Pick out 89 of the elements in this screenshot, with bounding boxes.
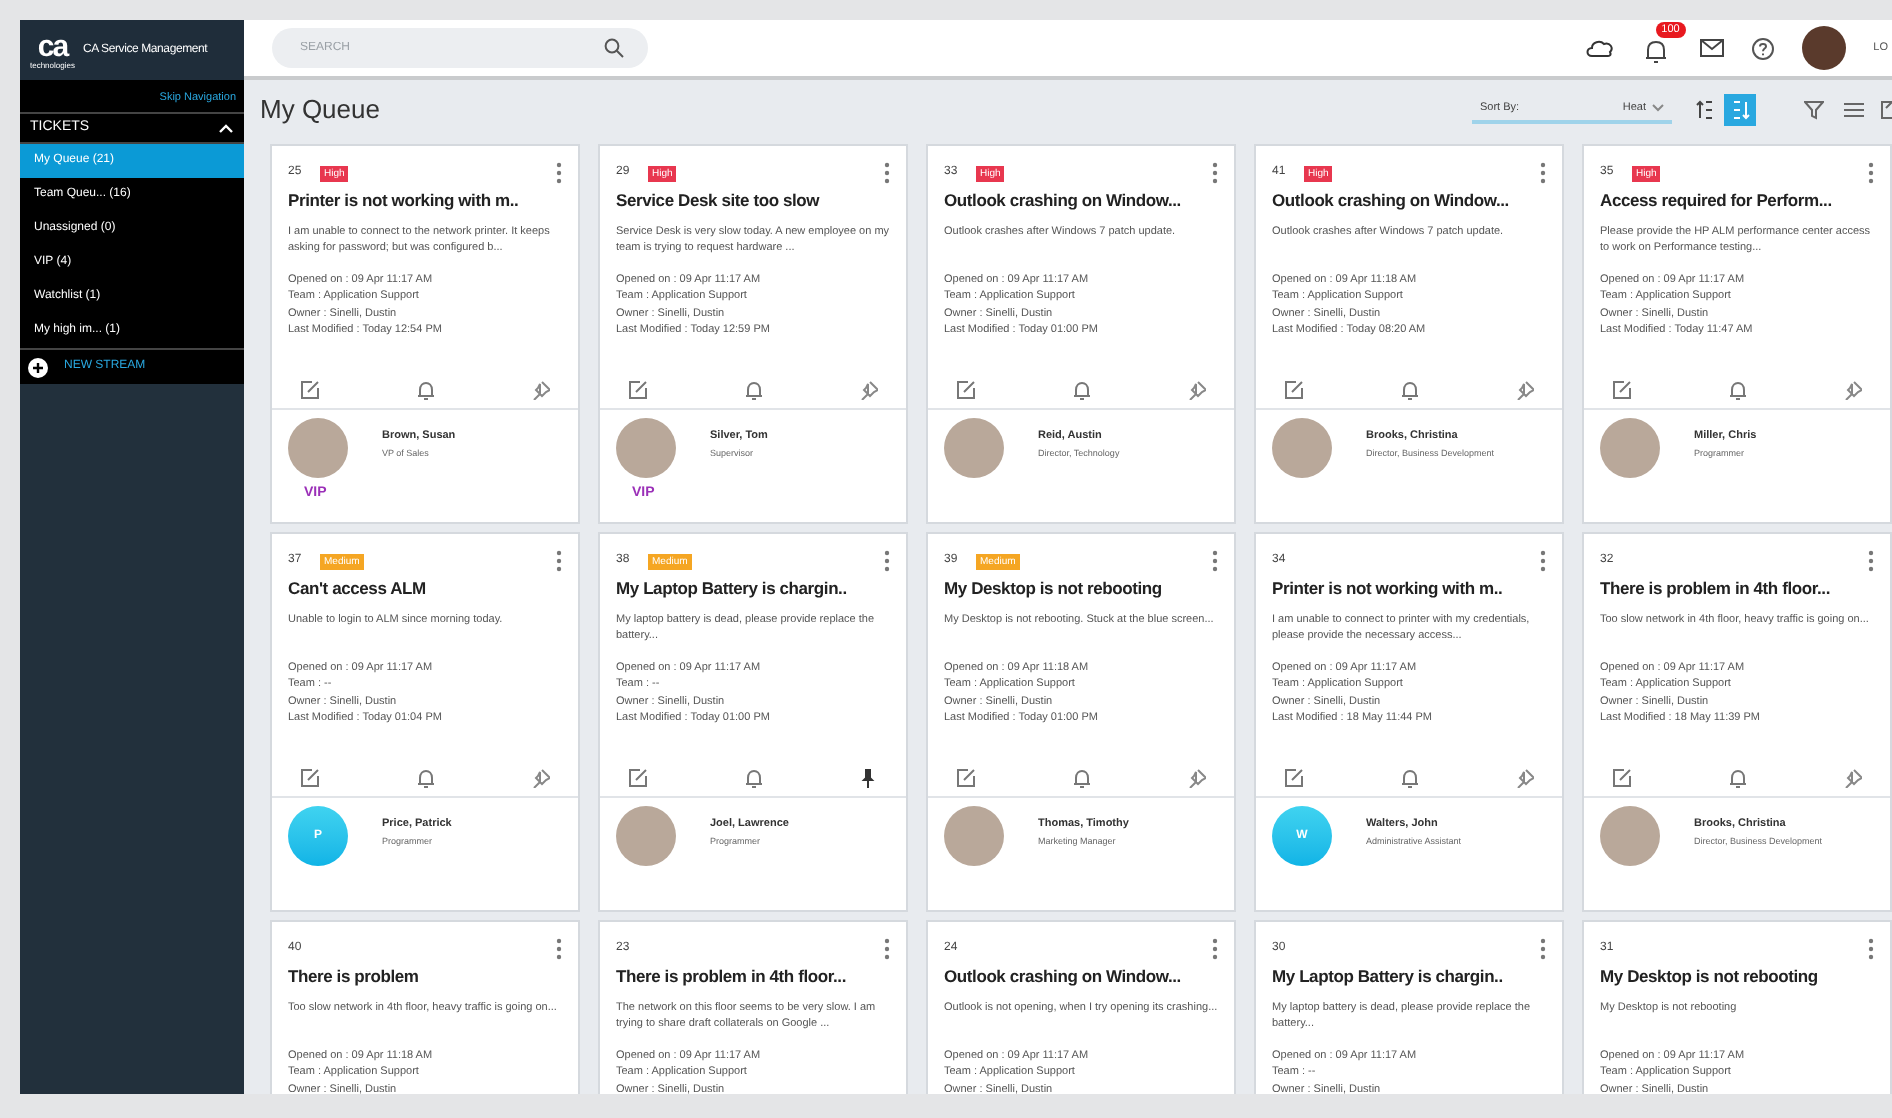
ticket-title[interactable]: Access required for Perform... [1600, 188, 1874, 214]
more-options-icon[interactable] [1212, 938, 1218, 960]
more-options-icon[interactable] [1868, 938, 1874, 960]
contact-photo [944, 806, 1004, 866]
edit-icon[interactable] [628, 380, 648, 400]
bell-icon[interactable] [1643, 38, 1668, 64]
chevron-icon [1652, 104, 1664, 112]
ticket-title[interactable]: There is problem [288, 964, 562, 990]
contact-photo [1600, 418, 1660, 478]
edit-icon[interactable] [956, 380, 976, 400]
edit-icon[interactable] [1612, 380, 1632, 400]
bell-icon[interactable] [415, 380, 435, 400]
bell-icon[interactable] [743, 380, 763, 400]
pin-icon[interactable] [858, 380, 878, 400]
ticket-card[interactable] [270, 144, 580, 524]
more-options-icon[interactable] [556, 938, 562, 960]
more-options-icon[interactable] [1212, 162, 1218, 184]
more-options-icon[interactable] [556, 550, 562, 572]
pin-icon[interactable] [530, 768, 550, 788]
export-icon[interactable] [1880, 100, 1892, 120]
bell-icon[interactable] [1727, 380, 1747, 400]
ticket-title[interactable]: There is problem in 4th floor... [616, 964, 890, 990]
pin-icon[interactable] [1842, 768, 1862, 788]
ticket-title[interactable]: My Desktop is not rebooting [1600, 964, 1874, 990]
ticket-card[interactable] [598, 144, 908, 524]
filter-icon[interactable] [1804, 100, 1824, 120]
pin-icon[interactable] [1514, 380, 1534, 400]
contact-photo [944, 418, 1004, 478]
ticket-title[interactable]: My Laptop Battery is chargin.. [1272, 964, 1546, 990]
page-title: My Queue [260, 92, 380, 129]
ticket-card[interactable] [1254, 144, 1564, 524]
pin-icon[interactable] [1842, 380, 1862, 400]
more-options-icon[interactable] [884, 550, 890, 572]
ticket-title[interactable]: Outlook crashing on Window... [944, 964, 1218, 990]
more-options-icon[interactable] [1212, 550, 1218, 572]
bell-icon[interactable] [743, 768, 763, 788]
ticket-card[interactable] [1582, 532, 1892, 912]
help-icon[interactable] [1751, 37, 1774, 59]
ticket-title[interactable]: There is problem in 4th floor... [1600, 576, 1874, 602]
bell-icon[interactable] [1399, 380, 1419, 400]
ticket-card[interactable] [598, 532, 908, 912]
edit-icon[interactable] [1612, 768, 1632, 788]
more-options-icon[interactable] [884, 938, 890, 960]
mail-icon[interactable] [1699, 38, 1724, 58]
bell-icon[interactable] [1071, 380, 1091, 400]
pin-icon[interactable] [530, 380, 550, 400]
pin-icon[interactable] [1186, 380, 1206, 400]
search-icon[interactable] [604, 38, 624, 58]
bell-icon[interactable] [1399, 768, 1419, 788]
more-options-icon[interactable] [1540, 938, 1546, 960]
ticket-card[interactable] [926, 532, 1236, 912]
ticket-title[interactable]: Printer is not working with m.. [288, 188, 562, 214]
bell-icon[interactable] [415, 768, 435, 788]
more-options-icon[interactable] [1540, 162, 1546, 184]
more-options-icon[interactable] [1868, 550, 1874, 572]
contact-photo [616, 418, 676, 478]
pin-icon[interactable] [1186, 768, 1206, 788]
edit-icon[interactable] [300, 380, 320, 400]
contact-photo [1600, 806, 1660, 866]
cloud-icon[interactable] [1583, 38, 1616, 58]
edit-icon[interactable] [1284, 768, 1304, 788]
pinned-icon[interactable] [858, 768, 878, 788]
ticket-card[interactable] [1254, 532, 1564, 912]
bell-icon[interactable] [1727, 768, 1747, 788]
ticket-title[interactable]: My Desktop is not rebooting [944, 576, 1218, 602]
contact-photo [288, 418, 348, 478]
user-avatar[interactable] [1801, 26, 1846, 70]
more-options-icon[interactable] [556, 162, 562, 184]
more-options-icon[interactable] [884, 162, 890, 184]
add-icon[interactable] [28, 357, 48, 378]
edit-icon[interactable] [300, 768, 320, 788]
contact-photo [616, 806, 676, 866]
pin-icon[interactable] [1514, 768, 1534, 788]
more-options-icon[interactable] [1868, 162, 1874, 184]
ticket-title[interactable]: Can't access ALM [288, 576, 562, 602]
ticket-card[interactable] [1582, 144, 1892, 524]
bell-icon[interactable] [1071, 768, 1091, 788]
ticket-title[interactable]: Outlook crashing on Window... [944, 188, 1218, 214]
contact-photo [1272, 418, 1332, 478]
ticket-card[interactable] [926, 144, 1236, 524]
list-icon[interactable] [1844, 100, 1864, 120]
edit-icon[interactable] [1284, 380, 1304, 400]
ticket-title[interactable]: My Laptop Battery is chargin.. [616, 576, 890, 602]
edit-icon[interactable] [956, 768, 976, 788]
ticket-title[interactable]: Service Desk site too slow [616, 188, 890, 214]
edit-icon[interactable] [628, 768, 648, 788]
ticket-title[interactable]: Printer is not working with m.. [1272, 576, 1546, 602]
ticket-title[interactable]: Outlook crashing on Window... [1272, 188, 1546, 214]
more-options-icon[interactable] [1540, 550, 1546, 572]
